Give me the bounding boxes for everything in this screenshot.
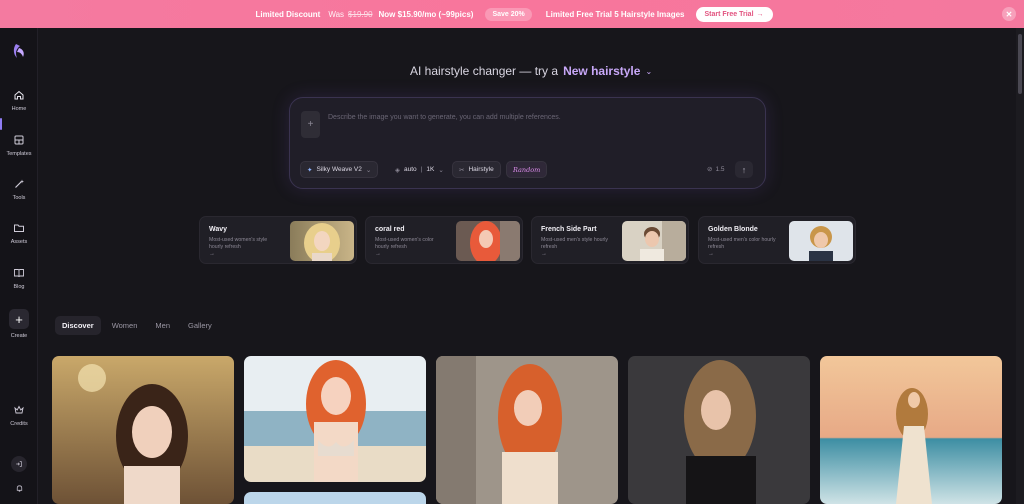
coin-icon: ⊘ — [707, 166, 713, 173]
sidebar-item-label: Home — [11, 106, 27, 112]
hairstyle-label: Hairstyle — [468, 166, 494, 173]
style-card-coral-red[interactable]: coral red Most-used women's color hourly… — [365, 216, 523, 264]
card-description: Most-used women's style hourly refresh — [209, 237, 268, 250]
random-button[interactable]: Random — [506, 161, 548, 178]
card-description: Most-used men's style hourly refresh — [541, 237, 609, 250]
tab-men[interactable]: Men — [148, 316, 177, 335]
sidebar: Home Templates Tools Assets Blog + Creat… — [0, 28, 38, 504]
scissors-icon: ✂ — [459, 166, 465, 174]
magic-wand-icon — [15, 179, 24, 188]
tab-gallery[interactable]: Gallery — [181, 316, 219, 335]
sidebar-item-assets[interactable]: Assets — [0, 222, 38, 245]
page-headline: AI hairstyle changer — try a New hairsty… — [410, 64, 652, 78]
chevron-down-icon: ⌄ — [438, 166, 444, 174]
card-thumbnail — [622, 221, 686, 261]
cta-label: Start Free Trial — [704, 10, 754, 18]
credit-value: 1.5 — [715, 165, 725, 173]
sidebar-item-tools[interactable]: Tools — [0, 178, 38, 201]
card-description: Most-used men's color hourly refresh — [708, 237, 776, 250]
random-label: Random — [513, 165, 541, 174]
tab-discover[interactable]: Discover — [55, 316, 101, 335]
sidebar-item-blog[interactable]: Blog — [0, 267, 38, 290]
layers-icon: ◈ — [395, 166, 400, 174]
promo-banner: Limited Discount Was $19.90 Now $15.90/m… — [0, 0, 1024, 28]
style-card-wavy[interactable]: Wavy Most-used women's style hourly refr… — [199, 216, 357, 264]
save-badge: Save 20% — [485, 7, 532, 21]
tab-women[interactable]: Women — [105, 316, 145, 335]
start-free-trial-button[interactable]: Start Free Trial → — [695, 6, 773, 22]
crown-icon — [14, 405, 24, 414]
card-title: coral red — [375, 226, 405, 233]
close-icon[interactable]: ✕ — [1002, 7, 1016, 21]
login-icon — [16, 461, 22, 467]
new-price: Now $15.90/mo (~99pics) — [378, 9, 474, 19]
gallery-image[interactable] — [244, 492, 426, 504]
style-card-golden-blonde[interactable]: Golden Blonde Most-used men's color hour… — [698, 216, 856, 264]
hairstyle-button[interactable]: ✂ Hairstyle — [452, 161, 501, 178]
active-indicator — [0, 118, 2, 130]
credit-cost: ⊘ 1.5 — [707, 165, 725, 174]
card-thumbnail — [789, 221, 853, 261]
ratio-label: auto — [404, 166, 417, 173]
model-label: Silky Weave V2 — [316, 166, 362, 173]
chevron-down-icon[interactable]: ⌄ — [645, 67, 652, 76]
sidebar-item-label: Tools — [12, 195, 26, 201]
prompt-input[interactable]: Describe the image you want to generate,… — [328, 114, 561, 121]
model-icon: ✦ — [307, 166, 313, 174]
login-button[interactable] — [11, 456, 27, 472]
discount-label: Limited Discount — [255, 9, 321, 19]
gallery-image[interactable] — [628, 356, 810, 504]
scrollbar[interactable] — [1016, 28, 1024, 504]
sidebar-item-label: Templates — [6, 151, 32, 157]
sidebar-item-templates[interactable]: Templates — [0, 134, 38, 157]
trial-text: Limited Free Trial 5 Hairstyle Images — [545, 9, 685, 19]
gallery-image[interactable] — [244, 356, 426, 482]
card-description: Most-used women's color hourly refresh — [375, 237, 434, 250]
old-price: $19.90 — [348, 9, 373, 19]
arrow-right-icon: → — [541, 251, 547, 257]
headline-prefix: AI hairstyle changer — try a — [410, 64, 559, 78]
sidebar-item-label: Create — [10, 333, 28, 339]
logo-icon[interactable] — [11, 42, 27, 60]
hairstyle-selector[interactable]: New hairstyle — [563, 64, 640, 78]
home-icon — [14, 90, 24, 100]
prompt-composer: + Describe the image you want to generat… — [289, 97, 766, 189]
book-icon — [14, 269, 24, 278]
card-title: Wavy — [209, 226, 228, 233]
gallery-image[interactable] — [820, 356, 1002, 504]
credits-button[interactable]: Credits — [0, 404, 38, 427]
arrow-right-icon: → — [375, 251, 381, 257]
sidebar-item-label: Assets — [10, 239, 28, 245]
folder-icon — [14, 224, 24, 232]
arrow-right-icon: → — [209, 251, 215, 257]
card-thumbnail — [290, 221, 354, 261]
sidebar-item-label: Blog — [13, 284, 25, 290]
bell-icon — [16, 484, 22, 492]
card-thumbnail — [456, 221, 520, 261]
sidebar-item-create[interactable]: + Create — [0, 309, 38, 339]
gallery-image[interactable] — [52, 356, 234, 504]
add-reference-button[interactable]: + — [301, 111, 320, 138]
notification-button[interactable] — [11, 480, 27, 496]
was-label: Was — [328, 9, 345, 19]
card-title: Golden Blonde — [708, 226, 758, 233]
scrollbar-thumb[interactable] — [1018, 34, 1022, 94]
gallery-tabs: Discover Women Men Gallery — [55, 316, 219, 335]
card-title: French Side Part — [541, 226, 597, 233]
arrow-up-icon: ↑ — [741, 164, 747, 175]
gallery-image[interactable] — [436, 356, 618, 504]
credits-label: Credits — [10, 421, 28, 427]
chevron-down-icon: ⌄ — [365, 166, 372, 174]
send-button[interactable]: ↑ — [735, 161, 753, 178]
style-card-french-side-part[interactable]: French Side Part Most-used men's style h… — [531, 216, 689, 264]
sidebar-item-home[interactable]: Home — [0, 89, 38, 112]
templates-icon — [14, 135, 24, 145]
arrow-right-icon: → — [708, 251, 714, 257]
plus-icon: + — [9, 309, 29, 329]
arrow-right-icon: → — [756, 10, 764, 18]
model-selector[interactable]: ✦ Silky Weave V2 ⌄ — [300, 161, 379, 178]
separator: | — [420, 166, 423, 173]
resolution-label: 1K — [426, 166, 435, 173]
size-selector[interactable]: ◈ auto | 1K ⌄ — [388, 161, 451, 178]
